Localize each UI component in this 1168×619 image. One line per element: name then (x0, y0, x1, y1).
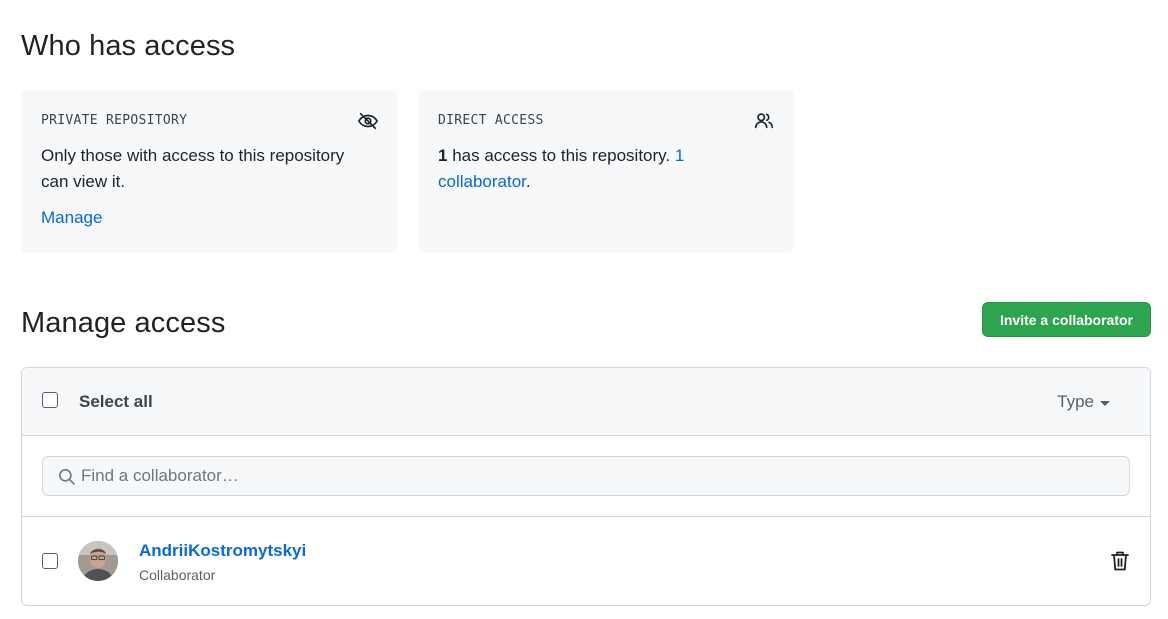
collaborator-role: Collaborator (139, 567, 216, 583)
collaborator-checkbox[interactable] (42, 553, 58, 569)
search-icon (58, 468, 75, 485)
private-repository-label: PRIVATE REPOSITORY (41, 113, 188, 128)
search-box (42, 456, 1130, 496)
private-repository-description: Only those with access to this repositor… (41, 146, 345, 191)
caret-down-icon (1100, 400, 1110, 406)
direct-access-suffix: . (525, 172, 531, 191)
who-has-access-heading: Who has access (21, 30, 236, 62)
select-all-label: Select all (79, 392, 153, 411)
search-row (22, 436, 1150, 517)
page: Who has access PRIVATE REPOSITORY Only t… (0, 0, 1168, 619)
private-repository-card: PRIVATE REPOSITORY Only those with acces… (21, 90, 398, 253)
collaborator-name-link[interactable]: AndriiKostromytskyi (139, 541, 306, 561)
collaborator-list: Select all Type Find a collaborator… And… (21, 367, 1151, 606)
select-all-checkbox[interactable] (42, 392, 58, 408)
avatar (78, 541, 118, 581)
people-icon (754, 113, 774, 129)
list-header: Select all Type (22, 368, 1150, 436)
trash-icon[interactable] (1110, 550, 1130, 572)
manage-link[interactable]: Manage (41, 208, 102, 228)
collaborator-row: AndriiKostromytskyi Collaborator (22, 517, 1150, 605)
type-filter-label: Type (1057, 392, 1094, 411)
direct-access-description: 1 has access to this repository. 1 colla… (438, 143, 768, 195)
type-filter-dropdown[interactable]: Type (1057, 392, 1110, 412)
manage-access-heading: Manage access (21, 307, 226, 339)
direct-access-label: DIRECT ACCESS (438, 113, 544, 128)
find-collaborator-input[interactable] (81, 457, 1121, 495)
direct-access-text: has access to this repository. (447, 146, 675, 165)
direct-access-card: DIRECT ACCESS 1 has access to this repos… (418, 90, 794, 253)
eye-closed-icon (358, 112, 378, 130)
invite-collaborator-button[interactable]: Invite a collaborator (982, 302, 1151, 337)
